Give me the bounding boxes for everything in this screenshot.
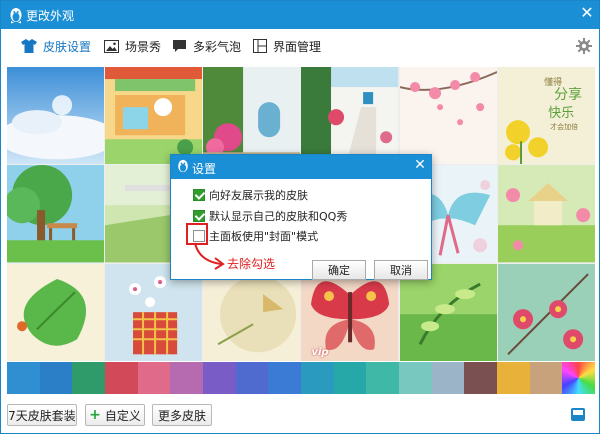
window-title: 更改外观 [26, 9, 75, 23]
plus-icon: + [89, 407, 101, 423]
cancel-button[interactable]: 取消 [374, 260, 428, 280]
color-swatch[interactable] [105, 362, 138, 394]
skin-suit-button[interactable]: 7天皮肤套装 [7, 404, 77, 426]
skin-thumb-green-pavilion[interactable] [497, 165, 595, 263]
vip-badge: vip [311, 347, 329, 358]
annotation-text: 去除勾选 [227, 257, 276, 271]
skin-thumb-share-happiness[interactable]: 懂得 分享 快乐 才会加倍 [497, 67, 595, 165]
color-swatch[interactable] [333, 362, 367, 394]
tab-label: 场景秀 [125, 39, 162, 54]
shirt-icon [21, 39, 37, 53]
image-icon [104, 39, 119, 53]
tab-label: 多彩气泡 [193, 39, 242, 54]
color-swatch[interactable] [464, 362, 498, 394]
tab-label: 皮肤设置 [43, 39, 92, 54]
svg-text:快乐: 快乐 [548, 106, 574, 121]
color-swatch[interactable] [431, 362, 465, 394]
skin-thumb-cherry-blossom[interactable] [399, 67, 497, 165]
window-mode-icon[interactable] [571, 408, 585, 421]
custom-skin-button[interactable]: + 自定义 [85, 404, 145, 426]
color-swatch[interactable] [366, 362, 400, 394]
skin-thumb-green-leaf[interactable] [7, 263, 105, 361]
color-swatch[interactable] [170, 362, 204, 394]
gear-icon[interactable] [576, 38, 592, 54]
ok-button[interactable]: 确定 [312, 260, 366, 280]
option-show-skin-to-friends[interactable]: 向好友展示我的皮肤 [193, 187, 308, 203]
checkbox-checked[interactable] [193, 210, 205, 222]
color-swatch[interactable] [268, 362, 302, 394]
svg-text:分享: 分享 [554, 86, 582, 103]
color-swatch[interactable] [301, 362, 334, 394]
skin-thumb-sky[interactable] [7, 67, 105, 165]
dialog-titlebar[interactable]: 设置 ✕ [171, 155, 431, 179]
color-swatch[interactable] [203, 362, 236, 394]
color-swatch[interactable] [235, 362, 269, 394]
color-swatch[interactable] [399, 362, 432, 394]
layout-icon [253, 39, 267, 53]
color-swatch-bar [7, 362, 596, 394]
footer-bar: 7天皮肤套装 + 自定义 更多皮肤 [1, 399, 599, 433]
tab-bar: 皮肤设置 场景秀 多彩气泡 界面管理 [1, 29, 599, 63]
custom-color-swatch[interactable] [562, 362, 596, 394]
color-swatch[interactable] [497, 362, 530, 394]
svg-text:才会加倍: 才会加倍 [550, 122, 578, 131]
qq-penguin-icon [178, 159, 188, 173]
window-titlebar[interactable]: 更改外观 ✕ [1, 1, 599, 29]
tab-skin-settings[interactable]: 皮肤设置 [21, 29, 91, 63]
tab-color-bubbles[interactable]: 多彩气泡 [172, 29, 241, 63]
close-icon[interactable]: ✕ [579, 5, 595, 21]
tab-scene-show[interactable]: 场景秀 [104, 29, 161, 63]
tab-interface-management[interactable]: 界面管理 [253, 29, 321, 63]
option-default-show-qq-show[interactable]: 默认显示自己的皮肤和QQ秀 [193, 208, 347, 224]
more-skins-button[interactable]: 更多皮肤 [152, 404, 212, 426]
skin-thumb-pink-flowers[interactable] [497, 263, 595, 361]
color-swatch[interactable] [529, 362, 563, 394]
skin-thumb-cartoon-shop[interactable] [105, 67, 203, 165]
skin-thumb-tree-bench[interactable] [7, 165, 105, 263]
dialog-title: 设置 [192, 162, 217, 176]
color-swatch[interactable] [7, 362, 40, 394]
skin-thumb-seaside-stairs[interactable] [301, 67, 399, 165]
skin-thumb-flower-alley[interactable] [203, 67, 301, 165]
color-swatch[interactable] [39, 362, 73, 394]
bubble-icon [173, 40, 186, 52]
annotation-arrow-icon [194, 242, 225, 270]
qq-penguin-icon [10, 8, 22, 24]
checkbox-checked[interactable] [193, 189, 205, 201]
color-swatch[interactable] [72, 362, 106, 394]
close-icon[interactable]: ✕ [413, 158, 427, 172]
tab-label: 界面管理 [273, 39, 322, 54]
color-swatch[interactable] [137, 362, 171, 394]
appearance-window: 更改外观 ✕ 皮肤设置 场景秀 多彩气泡 界面管理 懂得 分享 快乐 才会加倍 … [0, 0, 600, 434]
